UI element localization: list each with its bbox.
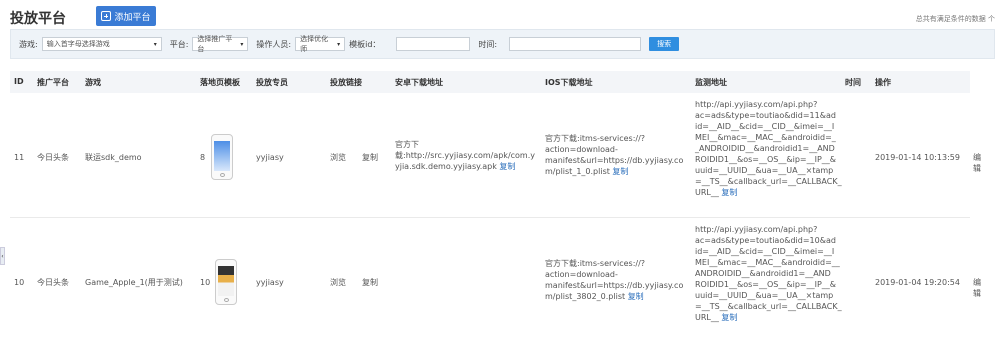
- add-platform-button[interactable]: 添加平台: [96, 6, 156, 26]
- col-link: 投放链接: [330, 78, 362, 87]
- row-id: 11: [14, 153, 25, 162]
- caret-down-icon: ▾: [240, 40, 244, 48]
- template-id-label: 模板id：: [349, 39, 381, 49]
- col-specialist: 投放专员: [256, 78, 288, 87]
- landing-page-thumbnail[interactable]: [211, 134, 233, 180]
- row-specialist: yyjiasy: [256, 278, 284, 287]
- row-time: 2019-01-04 19:20:54: [875, 278, 960, 287]
- row-game: 联运sdk_demo: [85, 153, 142, 162]
- game-filter-label: 游戏:: [19, 39, 38, 49]
- game-select-value: 输入首字母选择游戏: [46, 40, 110, 48]
- row-time: 2019-01-14 10:13:59: [875, 153, 960, 162]
- operator-select[interactable]: 选择优化师 ▾: [295, 35, 346, 53]
- time-input[interactable]: [509, 37, 642, 51]
- row-specialist: yyjiasy: [256, 153, 284, 162]
- monitor-url: http://api.yyjiasy.com/api.php? ac=ads&t…: [695, 100, 842, 197]
- operator-filter-label: 操作人员:: [256, 39, 292, 49]
- table-row: 10 今日头条 Game_Apple_1(用于测试) 10 yyjiasy 浏览…: [10, 218, 981, 339]
- browse-link[interactable]: 浏览: [330, 152, 346, 163]
- row-platform: 今日头条: [37, 153, 69, 162]
- caret-down-icon: ▾: [337, 40, 341, 48]
- landing-page-thumbnail[interactable]: [215, 259, 237, 305]
- add-platform-label: 添加平台: [114, 12, 151, 23]
- monitor-url: http://api.yyjiasy.com/api.php? ac=ads&t…: [695, 225, 842, 322]
- platform-filter-label: 平台:: [169, 39, 189, 49]
- copy-link[interactable]: 复制: [362, 152, 378, 163]
- platform-table: ID 推广平台 游戏 落地页模板 投放专员 投放链接 安卓下载地址 IOS下载地…: [10, 71, 981, 339]
- table-row: 11 今日头条 联运sdk_demo 8 yyjiasy 浏览 复制 官方下 载…: [10, 93, 981, 218]
- row-template-no: 8: [200, 153, 206, 162]
- col-ios: IOS下载地址: [545, 78, 593, 87]
- row-platform: 今日头条: [37, 278, 69, 287]
- col-platform: 推广平台: [37, 78, 69, 87]
- browse-link[interactable]: 浏览: [330, 277, 346, 288]
- monitor-copy-link[interactable]: 复制: [721, 313, 737, 322]
- col-android: 安卓下载地址: [395, 78, 443, 87]
- table-header: ID 推广平台 游戏 落地页模板 投放专员 投放链接 安卓下载地址 IOS下载地…: [10, 71, 970, 93]
- platform-select[interactable]: 选择推广平台 ▾: [192, 35, 249, 53]
- page-header: 投放平台 添加平台 总共有满足条件的数据 个: [10, 6, 995, 28]
- col-game: 游戏: [85, 78, 101, 87]
- time-filter-label: 时间:: [478, 39, 498, 49]
- col-time: 时间: [845, 78, 861, 87]
- copy-link[interactable]: 复制: [362, 277, 378, 288]
- ios-copy-link[interactable]: 复制: [612, 167, 628, 176]
- edit-link[interactable]: 编辑: [973, 152, 981, 174]
- filter-bar: 游戏: 输入首字母选择游戏 ▾ 平台: 选择推广平台 ▾ 操作人员: 选择优化师…: [10, 29, 995, 59]
- template-id-input[interactable]: [396, 37, 471, 51]
- ios-copy-link[interactable]: 复制: [628, 292, 644, 301]
- row-game: Game_Apple_1(用于测试): [85, 278, 183, 287]
- row-template-no: 10: [200, 278, 211, 287]
- col-action: 操作: [875, 78, 891, 87]
- platform-select-value: 选择推广平台: [197, 35, 233, 53]
- col-id: ID: [14, 77, 24, 86]
- chevron-left-icon[interactable]: ‹: [0, 247, 5, 265]
- ios-url: 官方下载:itms-services://? action=download- …: [545, 259, 684, 301]
- android-copy-link[interactable]: 复制: [499, 162, 515, 171]
- result-summary: 总共有满足条件的数据 个: [915, 15, 995, 23]
- caret-down-icon: ▾: [153, 40, 157, 48]
- edit-link[interactable]: 编辑: [973, 277, 981, 299]
- row-id: 10: [14, 278, 25, 287]
- col-monitor: 监测地址: [695, 78, 727, 87]
- operator-select-value: 选择优化师: [300, 35, 329, 53]
- page-title: 投放平台: [10, 11, 66, 27]
- game-select[interactable]: 输入首字母选择游戏 ▾: [41, 37, 162, 51]
- plus-square-icon: [101, 11, 112, 21]
- android-url: 官方下 载:http://src.yyjiasy.com/apk/com.y y…: [395, 140, 535, 171]
- monitor-copy-link[interactable]: 复制: [721, 188, 737, 197]
- col-template: 落地页模板: [200, 78, 240, 87]
- ios-url: 官方下载:itms-services://? action=download- …: [545, 134, 684, 176]
- search-button[interactable]: 搜索: [649, 37, 680, 51]
